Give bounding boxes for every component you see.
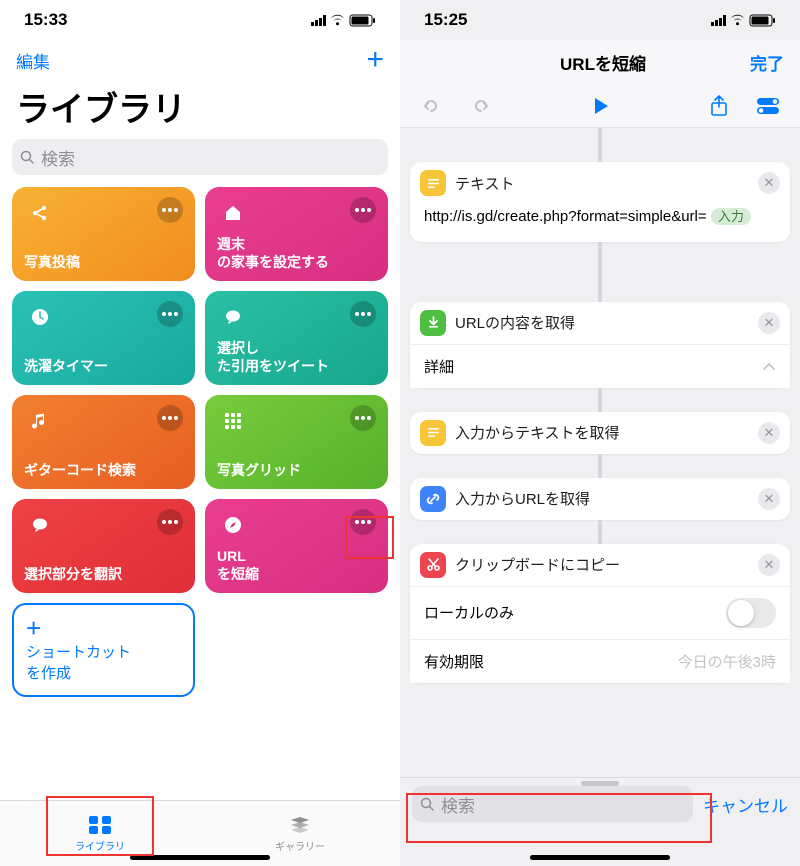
header-title: URLを短縮 [560,50,646,75]
text-icon [420,420,446,446]
shortcut-tile-url-shorten[interactable]: URL を短縮 [205,499,388,593]
play-button[interactable] [592,96,610,116]
action-get-urls-from-input[interactable]: 入力からURLを取得 ✕ [410,478,790,520]
create-shortcut-button[interactable]: + ショートカット を作成 [12,603,195,697]
more-icon[interactable] [350,197,376,223]
battery-icon [349,14,376,27]
scissors-icon [420,552,446,578]
shortcut-tile-weekend-chores[interactable]: 週末 の家事を設定する [205,187,388,281]
tile-label: 洗濯タイマー [24,357,183,375]
delete-action-button[interactable]: ✕ [758,172,780,194]
details-row[interactable]: 詳細 [410,345,790,388]
chat-icon [217,301,249,333]
tile-label: 選択し た引用をツイート [217,339,376,375]
more-icon[interactable] [350,509,376,535]
settings-toggle-button[interactable] [756,97,780,115]
variable-pill[interactable]: 入力 [711,208,751,225]
local-only-row[interactable]: ローカルのみ [410,587,790,639]
delete-action-button[interactable]: ✕ [758,488,780,510]
more-icon[interactable] [350,301,376,327]
shortcut-tile-tweet-quote[interactable]: 選択し た引用をツイート [205,291,388,385]
edit-button[interactable]: 編集 [16,48,50,73]
home-indicator[interactable] [530,855,670,860]
share-icon [24,197,56,229]
delete-action-button[interactable]: ✕ [758,312,780,334]
tab-label: ギャラリー [275,838,325,853]
cellular-icon [711,15,726,26]
delete-action-button[interactable]: ✕ [758,554,780,576]
action-title: 入力からURLを取得 [455,488,590,509]
action-title: クリップボードにコピー [455,554,620,575]
more-icon[interactable] [157,509,183,535]
action-get-url-contents[interactable]: URLの内容を取得 ✕ 詳細 [410,302,790,388]
search-input[interactable]: 検索 [12,139,388,175]
delete-action-button[interactable]: ✕ [758,422,780,444]
plus-icon: + [26,615,181,641]
status-bar: 15:33 [0,0,400,40]
expiry-row[interactable]: 有効期限今日の午後3時 [410,639,790,683]
tile-label: 選択部分を翻訳 [24,565,183,583]
gallery-icon [287,814,313,836]
text-icon [420,170,446,196]
status-time: 15:25 [424,10,467,30]
status-bar: 15:25 [400,0,800,40]
search-placeholder: 検索 [41,145,75,170]
tile-label: 写真投稿 [24,253,183,271]
page-title: ライブラリ [0,80,400,139]
redo-button[interactable] [470,95,492,117]
clock-icon [24,301,56,333]
tile-label: 週末 の家事を設定する [217,235,376,271]
drag-handle[interactable] [581,781,619,786]
search-placeholder: 検索 [441,792,475,817]
search-input[interactable]: 検索 [412,786,693,822]
action-copy-clipboard[interactable]: クリップボードにコピー ✕ ローカルのみ 有効期限今日の午後3時 [410,544,790,683]
action-title: 入力からテキストを取得 [455,422,620,443]
text-body[interactable]: http://is.gd/create.php?format=simple&ur… [410,204,790,242]
action-title: テキスト [455,173,515,194]
shortcut-tile-translate-selection[interactable]: 選択部分を翻訳 [12,499,195,593]
home-indicator[interactable] [130,855,270,860]
more-icon[interactable] [157,301,183,327]
shortcut-tile-laundry-timer[interactable]: 洗濯タイマー [12,291,195,385]
tile-label: 写真グリッド [217,461,376,479]
more-icon[interactable] [157,405,183,431]
tile-label: ギターコード検索 [24,461,183,479]
tile-label: URL を短縮 [217,547,376,583]
wifi-icon [329,14,346,26]
add-button[interactable]: + [366,43,384,77]
action-text[interactable]: テキスト ✕ http://is.gd/create.php?format=si… [410,162,790,242]
library-icon [87,814,113,836]
shortcut-tile-guitar-chord[interactable]: ギターコード検索 [12,395,195,489]
chevron-up-icon [762,362,776,371]
grid-icon [217,405,249,437]
battery-icon [749,14,776,27]
link-icon [420,486,446,512]
cellular-icon [311,15,326,26]
compass-icon [217,509,249,541]
home-icon [217,197,249,229]
share-button[interactable] [710,95,728,117]
tab-label: ライブラリ [75,838,125,853]
more-icon[interactable] [157,197,183,223]
status-time: 15:33 [24,10,67,30]
chat-icon [24,509,56,541]
undo-button[interactable] [420,95,442,117]
search-icon [420,797,435,812]
search-icon [20,150,35,165]
shortcut-tile-photo-post[interactable]: 写真投稿 [12,187,195,281]
cancel-button[interactable]: キャンセル [703,792,788,817]
action-get-text-from-input[interactable]: 入力からテキストを取得 ✕ [410,412,790,454]
action-title: URLの内容を取得 [455,312,575,333]
done-button[interactable]: 完了 [750,50,784,75]
music-icon [24,405,56,437]
create-label: ショートカット を作成 [26,641,181,683]
download-icon [420,310,446,336]
more-icon[interactable] [350,405,376,431]
toggle-switch[interactable] [726,598,776,628]
shortcut-tile-photo-grid[interactable]: 写真グリッド [205,395,388,489]
wifi-icon [729,14,746,26]
